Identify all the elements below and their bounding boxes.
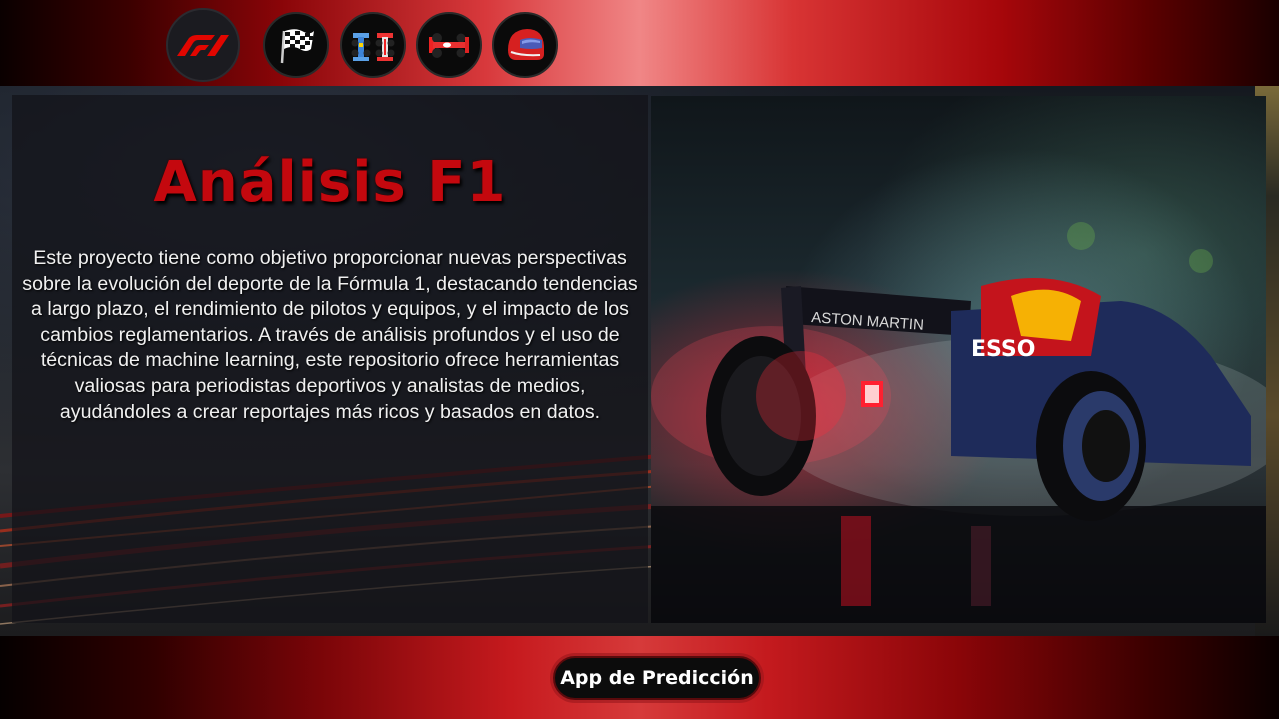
prediction-app-button[interactable]: App de Predicción [553,656,761,700]
race-car-icon[interactable] [416,12,482,78]
checkered-flag-icon[interactable] [263,12,329,78]
team-cars-icon[interactable] [340,12,406,78]
page-title: Análisis F1 [153,150,507,215]
f1-car-rain-photo: ASTON MARTIN ESSO [651,96,1266,623]
f1-logo-icon[interactable] [166,8,240,82]
helmet-icon[interactable] [492,12,558,78]
sponsor-text-esso: ESSO [971,337,1035,362]
project-description: Este proyecto tiene como objetivo propor… [22,247,638,423]
